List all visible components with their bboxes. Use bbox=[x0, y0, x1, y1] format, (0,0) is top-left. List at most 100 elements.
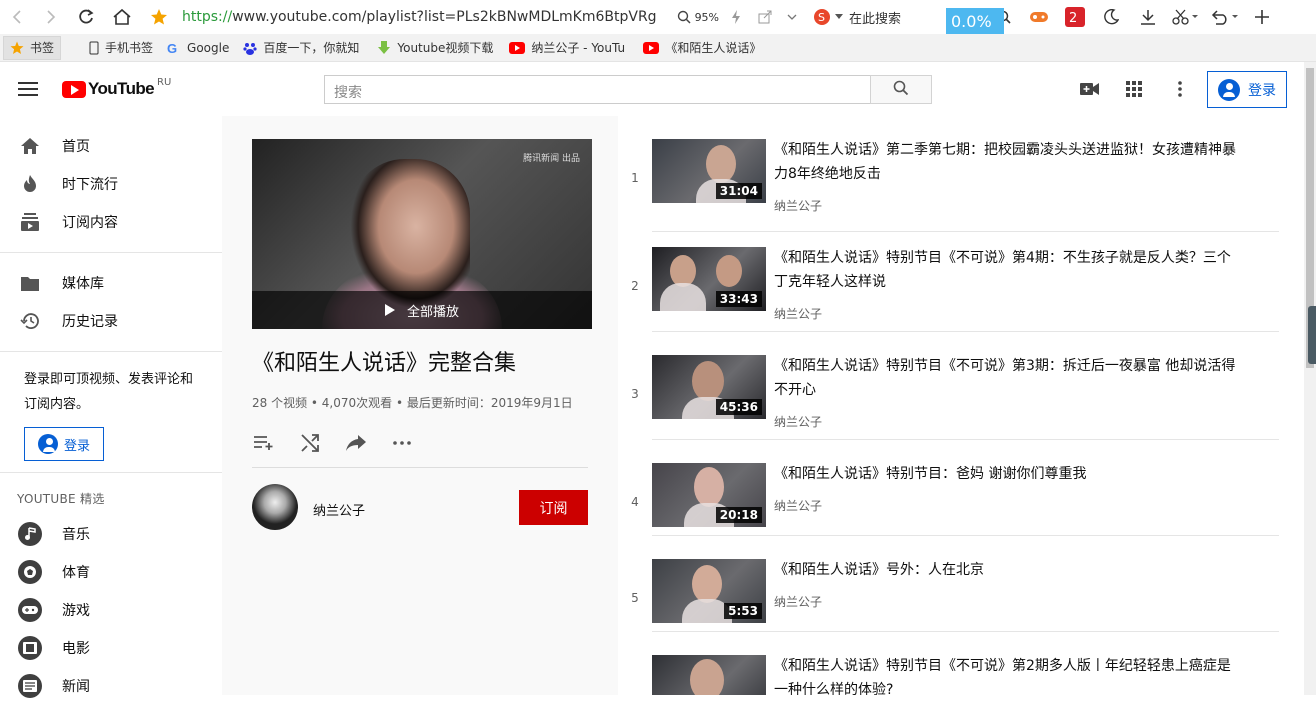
app-store-icon[interactable]: 2 bbox=[1064, 0, 1086, 34]
share-icon[interactable] bbox=[753, 0, 777, 34]
sidebar-item-music[interactable]: 音乐 bbox=[0, 515, 222, 553]
night-mode-icon[interactable] bbox=[1100, 0, 1122, 34]
signin-promo-text: 登录即可顶视频、发表评论和订阅内容。 bbox=[24, 372, 194, 412]
play-all-button[interactable]: 全部播放 bbox=[252, 291, 592, 329]
video-channel[interactable]: 纳兰公子 bbox=[774, 497, 822, 514]
bookmark-item[interactable]: 百度一下，你就知 bbox=[243, 39, 363, 56]
thumbnail-face bbox=[716, 255, 742, 287]
share-icon[interactable] bbox=[344, 431, 368, 455]
sidebar-item-subscriptions[interactable]: 订阅内容 bbox=[0, 203, 222, 241]
game-icon[interactable] bbox=[1028, 0, 1050, 34]
video-channel[interactable]: 纳兰公子 bbox=[774, 197, 822, 214]
forward-icon[interactable] bbox=[34, 0, 68, 34]
music-icon bbox=[18, 522, 42, 546]
sidebar-signin-button[interactable]: 登录 bbox=[24, 427, 104, 461]
bookmark-item[interactable]: 手机书签 bbox=[89, 39, 153, 56]
library-icon bbox=[18, 271, 42, 295]
bookmark-star-icon[interactable] bbox=[140, 0, 178, 34]
video-thumbnail[interactable]: 20:18 bbox=[652, 463, 766, 527]
video-title[interactable]: 《和陌生人说话》特别节目《不可说》第2期多人版丨年纪轻轻患上癌症是一种什么样的体… bbox=[774, 654, 1244, 695]
chevron-down-icon[interactable] bbox=[777, 0, 807, 34]
more-horizontal-icon[interactable] bbox=[390, 431, 414, 455]
video-thumbnail[interactable] bbox=[652, 655, 766, 695]
video-title[interactable]: 《和陌生人说话》特别节目《不可说》第4期：不生孩子就是反人类？三个丁克年轻人这样… bbox=[774, 246, 1244, 294]
bookmark-item[interactable]: 《和陌生人说话》 bbox=[643, 39, 767, 56]
video-title[interactable]: 《和陌生人说话》特别节目：爸妈 谢谢你们尊重我 bbox=[774, 462, 1244, 486]
gaming-icon bbox=[18, 598, 42, 622]
video-thumbnail[interactable]: 5:53 bbox=[652, 559, 766, 623]
svg-text:2: 2 bbox=[1069, 11, 1077, 26]
sidebar-item-home[interactable]: 首页 bbox=[0, 127, 222, 165]
bookmark-item[interactable]: 纳兰公子 - YouTu bbox=[509, 39, 629, 56]
bookmark-item[interactable]: G Google bbox=[167, 41, 229, 55]
video-thumbnail[interactable]: 31:04 bbox=[652, 139, 766, 203]
scissors-icon[interactable] bbox=[1170, 0, 1200, 34]
signin-button[interactable]: 登录 bbox=[1207, 71, 1287, 108]
menu-icon[interactable] bbox=[18, 82, 38, 96]
lightning-icon[interactable] bbox=[719, 0, 753, 34]
video-channel[interactable]: 纳兰公子 bbox=[774, 413, 822, 430]
address-bar[interactable]: https://www.youtube.com/playlist?list=PL… bbox=[182, 9, 657, 25]
playlist-video-row[interactable]: 6《和陌生人说话》特别节目《不可说》第2期多人版丨年纪轻轻患上癌症是一种什么样的… bbox=[618, 632, 1280, 695]
video-thumbnail[interactable]: 45:36 bbox=[652, 355, 766, 419]
video-channel[interactable]: 纳兰公子 bbox=[774, 593, 822, 610]
sidebar-item-library[interactable]: 媒体库 bbox=[0, 264, 222, 302]
download-icon[interactable] bbox=[1137, 0, 1159, 34]
search-button[interactable] bbox=[870, 75, 932, 104]
sidebar-item-news[interactable]: 新闻 bbox=[0, 667, 222, 705]
apps-icon[interactable] bbox=[1124, 79, 1144, 99]
page-scrollbar[interactable] bbox=[1304, 62, 1316, 695]
sidebar-item-trending[interactable]: 时下流行 bbox=[0, 165, 222, 203]
thumbnail-figure bbox=[660, 283, 706, 311]
search-input[interactable]: 搜索 bbox=[324, 75, 871, 104]
playlist-video-row[interactable]: 1 31:04 《和陌生人说话》第二季第七期：把校园霸凌头头送进监狱！女孩遭精神暴力… bbox=[618, 116, 1280, 232]
more-vertical-icon[interactable] bbox=[1170, 79, 1190, 99]
sidebar-item-movies[interactable]: 电影 bbox=[0, 629, 222, 667]
zoom-level[interactable]: 95% bbox=[695, 11, 719, 24]
phone-icon bbox=[89, 41, 99, 55]
channel-avatar[interactable] bbox=[252, 484, 298, 530]
video-channel[interactable]: 纳兰公子 bbox=[774, 305, 822, 322]
thumbnail-logo: 腾讯新闻 出品 bbox=[523, 154, 580, 164]
youtube-logo[interactable]: YouTube RU bbox=[62, 77, 171, 99]
subscribe-button[interactable]: 订阅 bbox=[519, 490, 588, 525]
playlist-stats: 28 个视频 • 4,070次观看 • 最后更新时间：2019年9月1日 bbox=[252, 396, 573, 410]
channel-name[interactable]: 纳兰公子 bbox=[313, 500, 365, 519]
zoom-icon[interactable] bbox=[677, 0, 691, 34]
sidebar-item-history[interactable]: 历史记录 bbox=[0, 302, 222, 340]
video-index: 4 bbox=[631, 495, 639, 509]
guide-sidebar: 首页 时下流行 订阅内容 媒体库 历史记录 登录即可顶视频、发表评论和订阅内容。… bbox=[0, 116, 222, 698]
shuffle-icon[interactable] bbox=[298, 431, 322, 455]
browser-search-box[interactable]: 在此搜索 bbox=[835, 8, 901, 27]
sidebar-item-sports[interactable]: 体育 bbox=[0, 553, 222, 591]
video-title[interactable]: 《和陌生人说话》特别节目《不可说》第3期：拆迁后一夜暴富 他却说活得不开心 bbox=[774, 354, 1244, 402]
add-to-queue-icon[interactable] bbox=[252, 431, 276, 455]
playlist-video-row[interactable]: 4 20:18 《和陌生人说话》特别节目：爸妈 谢谢你们尊重我纳兰公子 bbox=[618, 440, 1280, 536]
play-icon bbox=[384, 304, 395, 316]
reload-icon[interactable] bbox=[68, 0, 104, 34]
sidebar-divider bbox=[0, 351, 222, 352]
playlist-thumbnail[interactable]: 腾讯新闻 出品 全部播放 bbox=[252, 139, 592, 329]
create-video-icon[interactable] bbox=[1080, 79, 1100, 99]
bookmark-item[interactable]: 书签 bbox=[3, 35, 62, 60]
playlist-video-row[interactable]: 5 5:53 《和陌生人说话》号外：人在北京 纳兰公子 bbox=[618, 536, 1280, 632]
home-browser-icon[interactable] bbox=[104, 0, 140, 34]
bookmark-item[interactable]: Youtube视频下载 bbox=[377, 39, 495, 56]
back-icon[interactable] bbox=[0, 0, 34, 34]
side-panel-handle[interactable] bbox=[1308, 306, 1316, 364]
video-title[interactable]: 《和陌生人说话》号外：人在北京 bbox=[774, 558, 1244, 582]
playlist-title[interactable]: 《和陌生人说话》完整合集 bbox=[252, 345, 516, 377]
search-engine-icon[interactable]: S bbox=[809, 0, 835, 34]
home-icon bbox=[18, 134, 42, 158]
trending-icon bbox=[18, 172, 42, 196]
playlist-video-row[interactable]: 3 45:36 《和陌生人说话》特别节目《不可说》第3期：拆迁后一夜暴富 他却说活得… bbox=[618, 332, 1280, 440]
video-duration-badge: 5:53 bbox=[724, 603, 762, 619]
playlist-video-row[interactable]: 2 33:43 《和陌生人说话》特别节目《不可说》第4期：不生孩子就是反人类？三个丁… bbox=[618, 224, 1280, 332]
baidu-icon bbox=[243, 41, 257, 55]
video-thumbnail[interactable]: 33:43 bbox=[652, 247, 766, 311]
sidebar-item-gaming[interactable]: 游戏 bbox=[0, 591, 222, 629]
undo-icon[interactable] bbox=[1208, 0, 1240, 34]
video-title[interactable]: 《和陌生人说话》第二季第七期：把校园霸凌头头送进监狱！女孩遭精神暴力8年终绝地反… bbox=[774, 138, 1244, 186]
youtube-masthead: YouTube RU 搜索 登录 bbox=[0, 62, 1304, 116]
new-tab-icon[interactable] bbox=[1252, 0, 1272, 34]
